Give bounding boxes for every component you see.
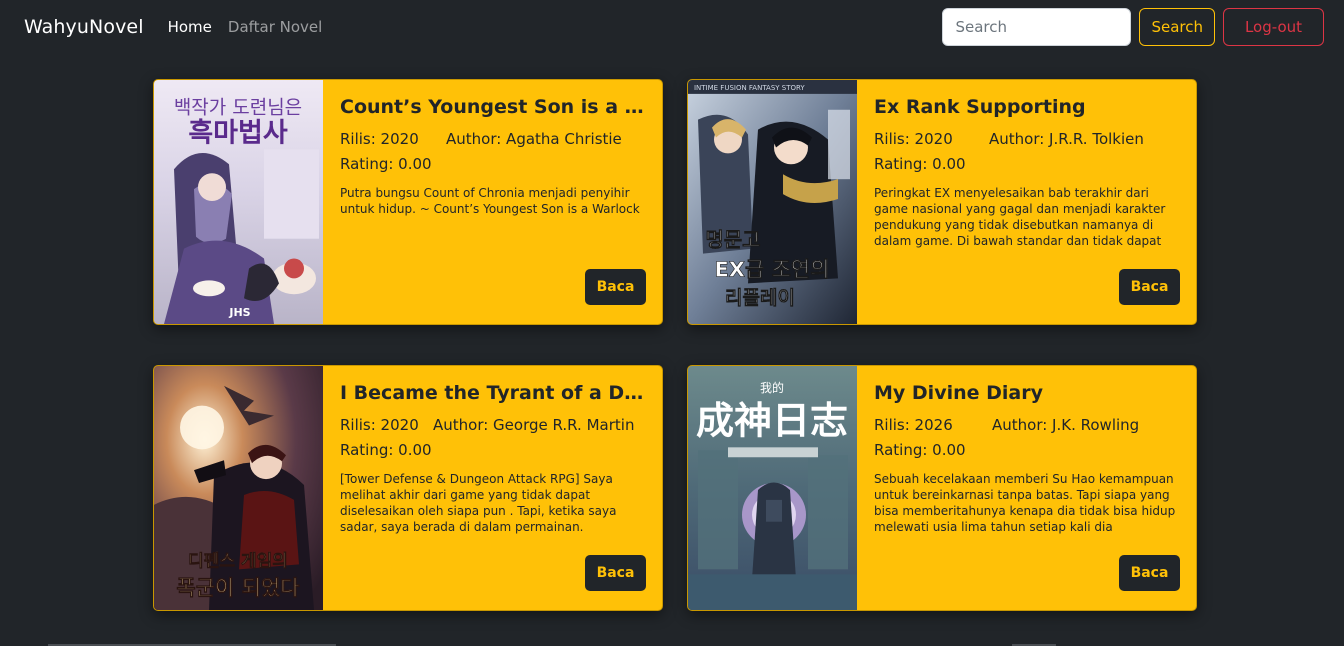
navbar-actions: Search Log-out xyxy=(942,8,1324,46)
novel-card-body: Count’s Youngest Son is a Warlock Rilis:… xyxy=(340,80,648,324)
read-button[interactable]: Baca xyxy=(585,555,646,591)
novel-author: Author: George R.R. Martin xyxy=(433,416,635,434)
novel-card-body: My Divine Diary Rilis: 2026 Author: J.K.… xyxy=(874,366,1182,610)
novel-rating: Rating: 0.00 xyxy=(874,441,966,459)
search-input[interactable] xyxy=(942,8,1132,46)
cover-subtitle-text: INTIME FUSION FANTASY STORY xyxy=(694,84,805,92)
logout-button[interactable]: Log-out xyxy=(1223,8,1324,46)
novel-rating: Rating: 0.00 xyxy=(340,155,432,173)
top-navbar: WahyuNovel Home Daftar Novel Search Log-… xyxy=(0,0,1344,54)
novel-meta: Rilis: 2026 Author: J.K. Rowling xyxy=(874,416,1182,434)
novel-card-body: Ex Rank Supporting Rilis: 2020 Author: J… xyxy=(874,80,1182,324)
novel-card: INTIME FUSION FANTASY STORY 명문고 EX급 조연의 … xyxy=(687,79,1197,325)
novel-author: Author: J.K. Rowling xyxy=(992,416,1140,434)
novel-rating: Rating: 0.00 xyxy=(874,155,966,173)
cover-title-text: 리플레이 xyxy=(725,287,795,309)
brand-logo[interactable]: WahyuNovel xyxy=(24,16,144,38)
read-button[interactable]: Baca xyxy=(1119,269,1180,305)
cover-title-text: 명문고 xyxy=(705,229,760,252)
novel-description: Sebuah kecelakaan memberi Su Hao kemampu… xyxy=(874,472,1176,534)
nav-link-home[interactable]: Home xyxy=(168,18,212,36)
novel-meta: Rilis: 2020 Author: George R.R. Martin xyxy=(340,416,648,434)
cover-title-text: 成神日志 xyxy=(696,399,848,443)
read-button[interactable]: Baca xyxy=(1119,555,1180,591)
nav-link-daftar-novel[interactable]: Daftar Novel xyxy=(228,18,322,36)
novel-meta: Rilis: 2020 Author: Agatha Christie xyxy=(340,130,648,148)
cover-title-text: 흑마법사 xyxy=(188,118,288,149)
novel-title: Count’s Youngest Son is a Warlock xyxy=(340,96,648,118)
novel-card: 디펜스 게임의 폭군이 되었다 I Became the Tyrant of a… xyxy=(153,365,663,611)
novel-author: Author: Agatha Christie xyxy=(446,130,622,148)
novel-cover-image: INTIME FUSION FANTASY STORY 명문고 EX급 조연의 … xyxy=(688,80,857,324)
novel-title: My Divine Diary xyxy=(874,382,1043,404)
novel-cover-image: 백작가 도련님은 흑마법사 JHS xyxy=(154,80,323,324)
novel-description: [Tower Defense & Dungeon Attack RPG] Say… xyxy=(340,472,617,534)
novel-release: Rilis: 2020 xyxy=(340,130,419,148)
cover-title-text: EX급 조연의 xyxy=(714,257,829,281)
cover-title-text: 백작가 도련님은 xyxy=(174,97,302,119)
novel-release: Rilis: 2020 xyxy=(874,130,953,148)
novel-card-body: I Became the Tyrant of a Defense Game Ri… xyxy=(340,366,648,610)
cover-title-text: 폭군이 되었다 xyxy=(176,576,300,600)
novel-author: Author: J.R.R. Tolkien xyxy=(989,130,1144,148)
novel-rating: Rating: 0.00 xyxy=(340,441,432,459)
novel-cover-image: 我的 成神日志 xyxy=(688,366,857,610)
novel-card: 백작가 도련님은 흑마법사 JHS Count’s Youngest Son i… xyxy=(153,79,663,325)
read-button[interactable]: Baca xyxy=(585,269,646,305)
novel-release: Rilis: 2020 xyxy=(340,416,419,434)
search-button[interactable]: Search xyxy=(1139,8,1215,46)
novel-cover-image: 디펜스 게임의 폭군이 되었다 xyxy=(154,366,323,610)
novel-card: 我的 成神日志 My Divine Diary Rilis: 2026 Auth… xyxy=(687,365,1197,611)
novel-title: Ex Rank Supporting xyxy=(874,96,1086,118)
novel-release: Rilis: 2026 xyxy=(874,416,953,434)
cover-title-text: 디펜스 게임의 xyxy=(188,550,288,570)
novel-description: Peringkat EX menyelesaikan bab terakhir … xyxy=(874,186,1166,248)
cover-logo-text: JHS xyxy=(228,306,250,319)
novel-description: Putra bungsu Count of Chronia menjadi pe… xyxy=(340,186,640,216)
novel-meta: Rilis: 2020 Author: J.R.R. Tolkien xyxy=(874,130,1182,148)
cover-subtitle-text: 我的 xyxy=(760,380,784,395)
novel-grid: 백작가 도련님은 흑마법사 JHS Count’s Youngest Son i… xyxy=(0,54,1344,646)
novel-title: I Became the Tyrant of a Defense Game xyxy=(340,382,648,404)
